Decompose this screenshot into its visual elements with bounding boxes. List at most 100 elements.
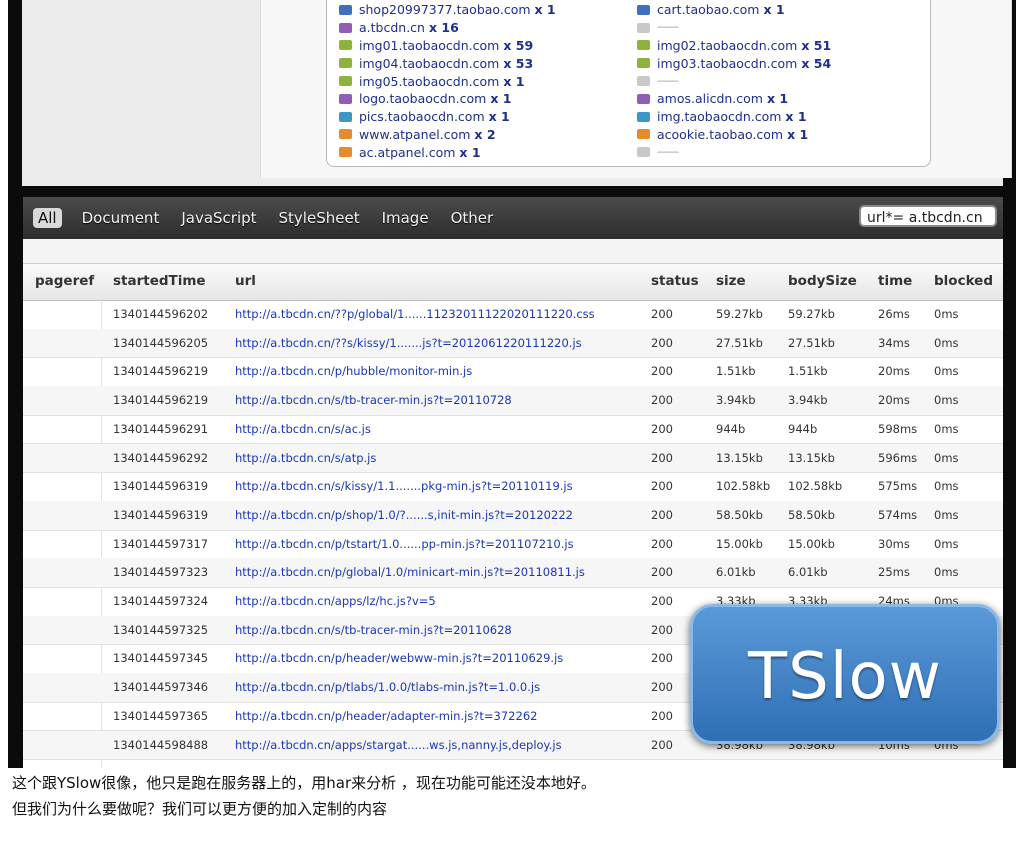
cell-bodysize: 102.58kb: [788, 479, 843, 494]
cell-url[interactable]: http://a.tbcdn.cn/p/global/1.0/minicart-…: [235, 565, 585, 579]
domain-item[interactable]: amos.alicdn.com x 1: [637, 90, 831, 108]
domain-item[interactable]: --------: [637, 19, 831, 37]
cell-url[interactable]: http://a.tbcdn.cn/s/atp.js: [235, 451, 376, 465]
cell-bodysize: 1.51kb: [788, 364, 828, 379]
cell-url[interactable]: http://a.tbcdn.cn/p/header/webww-min.js?…: [235, 651, 563, 665]
cell-time: 20ms: [878, 393, 910, 408]
domain-name: img.taobaocdn.com: [657, 109, 782, 125]
cell-url[interactable]: http://a.tbcdn.cn/??p/global/1......1123…: [235, 307, 595, 321]
cell-startedtime: 1340144596291: [113, 421, 209, 436]
domain-item[interactable]: www.atpanel.com x 2: [339, 126, 556, 144]
cell-url[interactable]: http://a.tbcdn.cn/s/kissy/1.1.......pkg-…: [235, 479, 573, 493]
domain-swatch: [339, 147, 352, 158]
domain-item[interactable]: img01.taobaocdn.com x 59: [339, 37, 556, 55]
cell-url[interactable]: http://a.tbcdn.cn/s/ac.js: [235, 422, 371, 436]
domain-name: img03.taobaocdn.com: [657, 55, 798, 71]
column-header-blocked[interactable]: blocked: [934, 273, 993, 289]
domain-swatch: [637, 40, 650, 51]
domain-name: a.tbcdn.cn: [359, 20, 425, 36]
domain-item[interactable]: cart.taobao.com x 1: [637, 1, 831, 19]
filter-image[interactable]: Image: [376, 207, 435, 229]
column-header-pageref[interactable]: pageref: [35, 273, 94, 289]
cell-startedtime: 1340144596205: [113, 335, 209, 350]
cell-status: 200: [651, 479, 673, 494]
domain-item[interactable]: img04.taobaocdn.com x 53: [339, 54, 556, 72]
domain-name: img05.taobaocdn.com: [359, 73, 500, 89]
domain-count: x 1: [490, 91, 512, 107]
cell-blocked: 0ms: [934, 393, 959, 408]
cell-status: 200: [651, 594, 673, 608]
domain-swatch: [637, 147, 650, 158]
cell-url[interactable]: http://a.tbcdn.cn/apps/stargat......ws.j…: [235, 738, 562, 752]
cell-time: 25ms: [878, 565, 910, 580]
column-header-bodysize[interactable]: bodySize: [788, 273, 857, 289]
cell-blocked: 0ms: [934, 307, 959, 321]
domain-name: acookie.taobao.com: [657, 126, 784, 142]
filter-javascript[interactable]: JavaScript: [175, 207, 262, 229]
domain-swatch: [637, 22, 650, 33]
domain-item[interactable]: ac.atpanel.com x 1: [339, 143, 556, 161]
domain-item[interactable]: shop20997377.taobao.com x 1: [339, 1, 556, 19]
domain-item[interactable]: acookie.taobao.com x 1: [637, 126, 831, 144]
tslow-badge: TSlow: [690, 604, 1000, 744]
caption: 这个跟YSlow很像，他只是跑在服务器上的，用har来分析 ，现在功能可能还没本…: [12, 770, 596, 822]
column-header-startedtime[interactable]: startedTime: [113, 273, 206, 289]
domain-count: x 1: [785, 109, 807, 125]
domain-swatch: [339, 40, 352, 51]
domain-count: x 1: [488, 109, 510, 125]
domain-item[interactable]: --------: [637, 72, 831, 90]
cell-url[interactable]: http://a.tbcdn.cn/s/tb-tracer-min.js?t=2…: [235, 393, 512, 407]
table-row[interactable]: 1340144596219 http://a.tbcdn.cn/s/tb-trac…: [23, 386, 1003, 416]
table-row[interactable]: 1340144596202 http://a.tbcdn.cn/??p/globa…: [23, 300, 1003, 330]
cell-time: 596ms: [878, 450, 918, 465]
table-header: pageref startedTime url status size bodySize t…: [23, 263, 1003, 301]
domain-item[interactable]: logo.taobaocdn.com x 1: [339, 90, 556, 108]
filter-stylesheet[interactable]: StyleSheet: [273, 207, 366, 229]
cell-url[interactable]: http://a.tbcdn.cn/apps/lz/hc.js?v=5: [235, 594, 436, 608]
cell-startedtime: 1340144596219: [113, 393, 209, 408]
cell-url[interactable]: http://a.tbcdn.cn/??s/kissy/1.......js?t…: [235, 336, 582, 350]
table-row[interactable]: 1340144596319 http://a.tbcdn.cn/s/kissy/1…: [23, 472, 1003, 502]
filter-all[interactable]: All: [33, 208, 62, 228]
domain-item[interactable]: img05.taobaocdn.com x 1: [339, 72, 556, 90]
screenshot-frame: shop20997377.taobao.com x 1 a.tbcdn.cn x …: [8, 0, 1016, 768]
cell-blocked: 0ms: [934, 450, 959, 465]
table-row[interactable]: 1340144596319 http://a.tbcdn.cn/p/shop/1.…: [23, 500, 1003, 531]
cell-startedtime: 1340144597346: [113, 680, 209, 695]
cell-size: 15.00kb: [716, 536, 763, 551]
domain-item[interactable]: img03.taobaocdn.com x 54: [637, 54, 831, 72]
filter-document[interactable]: Document: [76, 207, 166, 229]
table-row[interactable]: 1340144596291 http://a.tbcdn.cn/s/ac.js 20…: [23, 415, 1003, 445]
cell-size: 102.58kb: [716, 479, 771, 494]
url-filter-input[interactable]: url*= a.tbcdn.cn: [859, 205, 997, 227]
table-row[interactable]: 1340144597317 http://a.tbcdn.cn/p/tstart/…: [23, 530, 1003, 560]
filter-other[interactable]: Other: [445, 207, 500, 229]
column-header-url[interactable]: url: [235, 273, 256, 289]
domain-swatch: [339, 76, 352, 87]
cell-url[interactable]: http://a.tbcdn.cn/p/tstart/1.0......pp-m…: [235, 537, 574, 551]
cell-startedtime: 1340144596319: [113, 479, 209, 494]
domain-item[interactable]: img.taobaocdn.com x 1: [637, 108, 831, 126]
domain-count: x 54: [801, 55, 832, 71]
cell-blocked: 0ms: [934, 335, 959, 350]
table-row[interactable]: 1340144596219 http://a.tbcdn.cn/p/hubble/…: [23, 357, 1003, 388]
cell-url[interactable]: http://a.tbcdn.cn/p/shop/1.0/?......s,in…: [235, 508, 573, 522]
table-row[interactable]: 1340144596205 http://a.tbcdn.cn/??s/kissy…: [23, 328, 1003, 359]
domain-item[interactable]: pics.taobaocdn.com x 1: [339, 108, 556, 126]
cell-url[interactable]: http://a.tbcdn.cn/p/hubble/monitor-min.j…: [235, 364, 472, 378]
domain-item[interactable]: --------: [637, 143, 831, 161]
domain-swatch: [339, 93, 352, 104]
cell-url[interactable]: http://a.tbcdn.cn/p/tlabs/1.0.0/tlabs-mi…: [235, 680, 540, 694]
cell-blocked: 0ms: [934, 536, 959, 551]
cell-startedtime: 1340144597325: [113, 622, 209, 637]
domain-item[interactable]: img02.taobaocdn.com x 51: [637, 37, 831, 55]
cell-url[interactable]: http://a.tbcdn.cn/p/header/adapter-min.j…: [235, 709, 537, 723]
table-row[interactable]: 1340144597323 http://a.tbcdn.cn/p/global/…: [23, 558, 1003, 588]
cell-url[interactable]: http://a.tbcdn.cn/s/tb-tracer-min.js?t=2…: [235, 623, 512, 637]
table-row[interactable]: 1340144596292 http://a.tbcdn.cn/s/atp.js 2…: [23, 443, 1003, 474]
column-header-size[interactable]: size: [716, 273, 746, 289]
domain-item[interactable]: a.tbcdn.cn x 16: [339, 19, 556, 37]
column-header-time[interactable]: time: [878, 273, 912, 289]
column-header-status[interactable]: status: [651, 273, 699, 289]
domain-swatch: [339, 111, 352, 122]
